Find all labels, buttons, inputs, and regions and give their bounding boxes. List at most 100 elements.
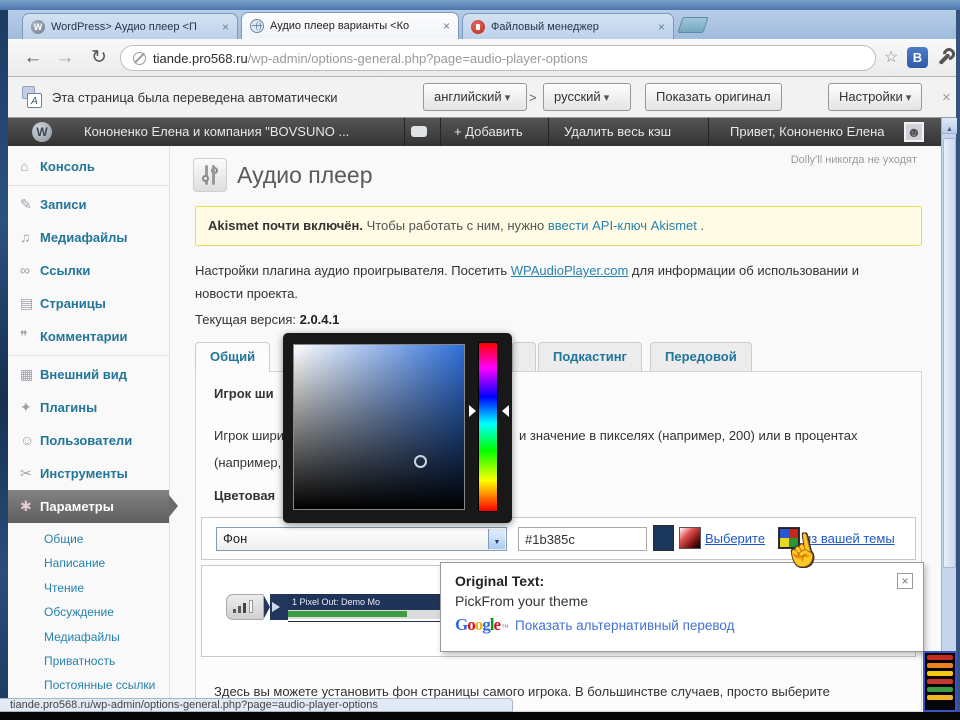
- submenu-item-discussion[interactable]: Обсуждение: [44, 600, 169, 624]
- volume-control[interactable]: [226, 594, 264, 620]
- wordpress-logo-icon[interactable]: [32, 122, 52, 142]
- forward-button[interactable]: →: [52, 45, 78, 71]
- sidebar-item-appearance[interactable]: ▦ Внешний вид: [8, 358, 169, 391]
- submenu-item-general[interactable]: Общие: [44, 527, 169, 551]
- back-button[interactable]: ←: [20, 45, 46, 71]
- tab-fragment[interactable]: [512, 342, 536, 371]
- reload-button[interactable]: ↻: [86, 45, 112, 71]
- show-original-button[interactable]: Показать оригинал: [645, 83, 782, 111]
- color-scheme-heading: Цветовая: [214, 488, 276, 503]
- submenu-item-media[interactable]: Медиафайлы: [44, 625, 169, 649]
- new-tab-button[interactable]: [677, 17, 709, 33]
- sidebar-item-label: Комментарии: [40, 329, 128, 344]
- translate-message: Эта страница была переведена автоматичес…: [52, 90, 338, 105]
- links-icon: ∞: [20, 262, 30, 278]
- sidebar-item-tools[interactable]: ✂ Инструменты: [8, 457, 169, 490]
- submenu-item-permalinks[interactable]: Постоянные ссылки: [44, 673, 169, 697]
- address-bar[interactable]: tiande.pro568.ru /wp-admin/options-gener…: [120, 45, 876, 71]
- hue-slider[interactable]: [478, 342, 498, 512]
- wp-admin-sidebar: ⌂ Консоль ✎ Записи ♫ Медиафайлы ∞ Ссылки ▤ Ст…: [8, 146, 178, 712]
- version-value: 2.0.4.1: [299, 312, 340, 327]
- tab-close-icon[interactable]: [443, 20, 450, 32]
- current-version: Текущая версия: 2.0.4.1: [195, 312, 339, 327]
- tab-close-icon[interactable]: [658, 21, 665, 33]
- posts-icon: ✎: [20, 196, 32, 212]
- play-button[interactable]: [263, 594, 288, 620]
- color-hex-input[interactable]: [518, 527, 647, 551]
- submenu-item-reading[interactable]: Чтение: [44, 576, 169, 600]
- globe-favicon: [250, 19, 264, 33]
- comments-bubble-icon[interactable]: [411, 126, 427, 137]
- sidebar-item-posts[interactable]: ✎ Записи: [8, 188, 169, 221]
- tab-close-icon[interactable]: [222, 21, 229, 33]
- wpaudioplayer-link[interactable]: WPAudioPlayer.com: [511, 263, 629, 278]
- sidebar-item-comments[interactable]: ❞ Комментарии: [8, 320, 169, 353]
- translate-settings-dropdown[interactable]: Настройки: [828, 83, 923, 111]
- sidebar-item-pages[interactable]: ▤ Страницы: [8, 287, 169, 320]
- original-text-heading: Original Text:: [455, 573, 545, 589]
- tab-advanced[interactable]: Передовой: [650, 342, 752, 371]
- sidebar-item-media[interactable]: ♫ Медиафайлы: [8, 221, 169, 254]
- extension-badge[interactable]: B: [907, 47, 928, 68]
- choose-color-link[interactable]: Выберите: [705, 531, 765, 546]
- akismet-key-link[interactable]: ввести API-ключ Akismet: [548, 218, 697, 233]
- player-width-heading: Игрок ши: [214, 386, 274, 401]
- page-title: Аудио плеер: [237, 161, 373, 188]
- clear-cache-menu[interactable]: Удалить весь кэш: [556, 118, 679, 146]
- tab-general[interactable]: Общий: [195, 342, 271, 372]
- color-selection-marker[interactable]: [414, 455, 427, 468]
- site-name-link[interactable]: Кононенко Елена и компания "BOVSUNO ...: [76, 118, 357, 146]
- sidebar-item-settings[interactable]: ✱ Параметры: [8, 490, 178, 523]
- sidebar-item-plugins[interactable]: ✦ Плагины: [8, 391, 169, 424]
- scrollbar-thumb[interactable]: [943, 138, 956, 568]
- tab-podcasting[interactable]: Подкастинг: [538, 342, 642, 371]
- sidebar-item-users[interactable]: ☺ Пользователи: [8, 424, 169, 457]
- taskbar-strip: [0, 712, 960, 720]
- source-language-dropdown[interactable]: английский: [423, 83, 527, 111]
- translate-bar: Эта страница была переведена автоматичес…: [8, 77, 956, 118]
- scroll-up-arrow[interactable]: [942, 118, 957, 134]
- color-picker-icon[interactable]: [679, 527, 701, 549]
- audio-player-demo: 1 Pixel Out: Demo Mo: [226, 592, 441, 622]
- submenu-item-privacy[interactable]: Приватность: [44, 649, 169, 673]
- status-bar: tiande.pro568.ru/wp-admin/options-genera…: [0, 698, 513, 712]
- plugin-intro-text: Настройки плагина аудио проигрывателя. П…: [195, 260, 895, 306]
- tooltip-close-icon[interactable]: [897, 573, 913, 589]
- hello-dolly-lyric: Dolly'll никогда не уходят: [790, 154, 917, 166]
- close-translate-bar-icon[interactable]: [942, 89, 951, 106]
- submenu-item-writing[interactable]: Написание: [44, 551, 169, 575]
- desktop-background: [0, 10, 8, 712]
- saturation-value-square[interactable]: [293, 344, 465, 510]
- tab-file-manager[interactable]: Файловый менеджер: [462, 13, 674, 39]
- sidebar-item-links[interactable]: ∞ Ссылки: [8, 254, 169, 287]
- page-scrollbar[interactable]: [941, 118, 957, 712]
- tab-audio-player-options[interactable]: Аудио плеер варианты <Ко: [241, 12, 459, 39]
- track-title: 1 Pixel Out: Demo Mo: [288, 595, 440, 610]
- window-title-bar[interactable]: [0, 0, 960, 10]
- select-arrow-icon[interactable]: [488, 529, 505, 549]
- alternate-translation-link[interactable]: Показать альтернативный перевод: [515, 618, 735, 633]
- width-description-right: и значение в пикселях (например, 200) ил…: [519, 428, 858, 443]
- tab-label: Файловый менеджер: [491, 20, 599, 33]
- hue-arrow-right-icon[interactable]: [502, 405, 509, 417]
- wordpress-favicon: [31, 19, 45, 34]
- file-manager-favicon: [471, 19, 485, 34]
- avatar[interactable]: [904, 122, 924, 142]
- sidebar-item-label: Страницы: [40, 296, 106, 311]
- bookmark-star-icon[interactable]: [884, 47, 898, 67]
- google-logo: Google: [455, 615, 501, 634]
- hue-arrow-left-icon[interactable]: [469, 405, 476, 417]
- target-language-dropdown[interactable]: русский: [543, 83, 631, 111]
- notice-tail: .: [696, 218, 705, 233]
- progress-bar[interactable]: [288, 610, 440, 619]
- howdy-account-link[interactable]: Привет, Кононенко Елена: [722, 118, 893, 146]
- sidebar-item-label: Плагины: [40, 400, 98, 415]
- insecure-scheme-icon[interactable]: [133, 51, 146, 65]
- color-target-select[interactable]: Фон: [216, 527, 507, 551]
- add-new-menu[interactable]: + Добавить: [446, 118, 531, 146]
- sidebar-item-dashboard[interactable]: ⌂ Консоль: [8, 150, 169, 183]
- wrench-menu-icon[interactable]: [938, 48, 955, 65]
- tab-wordpress[interactable]: WordPress> Аудио плеер <П: [22, 13, 238, 39]
- appearance-icon: ▦: [20, 366, 34, 382]
- player-body: 1 Pixel Out: Demo Mo: [288, 594, 441, 622]
